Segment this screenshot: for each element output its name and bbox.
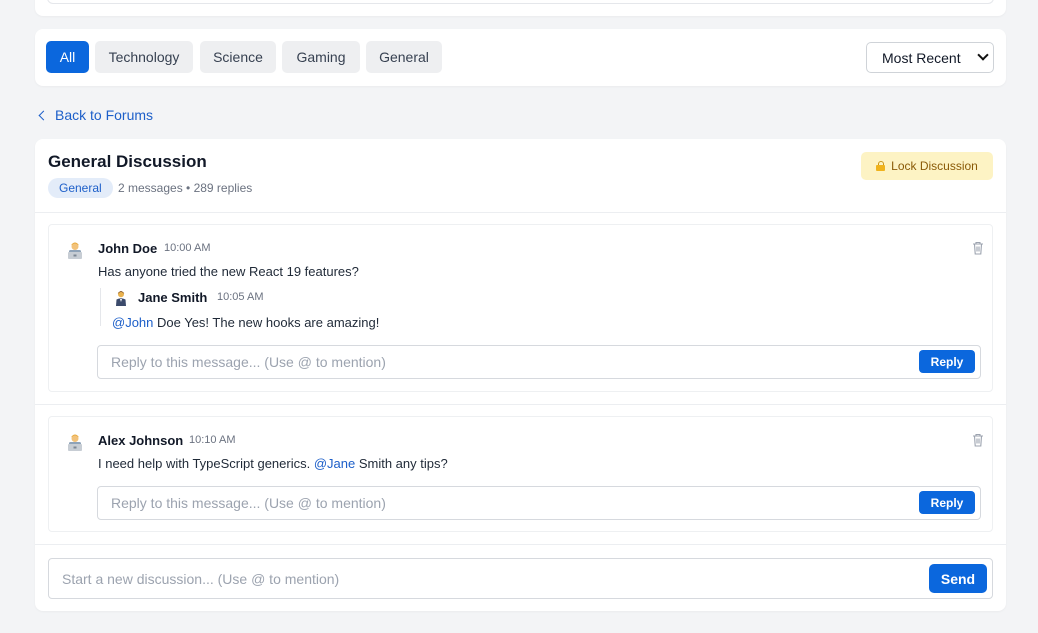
message-author: John Doe xyxy=(98,241,158,256)
message-item: John Doe 10:00 AM Has anyone tried the n… xyxy=(48,224,993,392)
discussion-card: General Discussion General 2 messages • … xyxy=(35,139,1006,611)
header-divider xyxy=(35,212,1006,213)
message-divider xyxy=(35,404,1006,405)
back-to-forums-link[interactable]: Back to Forums xyxy=(37,106,153,124)
filter-chip-technology[interactable]: Technology xyxy=(95,41,193,73)
filter-chip-general[interactable]: General xyxy=(366,41,442,73)
reply-thread-line xyxy=(100,288,101,326)
message-time: 10:10 AM xyxy=(189,434,236,446)
filter-chip-all[interactable]: All xyxy=(46,41,89,73)
reply-button[interactable]: Reply xyxy=(919,491,975,514)
filter-chip-science[interactable]: Science xyxy=(200,41,276,73)
reply-input[interactable] xyxy=(97,486,981,520)
discussion-meta: 2 messages • 289 replies xyxy=(118,181,253,195)
trash-icon[interactable] xyxy=(972,241,984,255)
filter-bar: All Technology Science Gaming General Mo… xyxy=(35,29,1006,86)
message-item: Alex Johnson 10:10 AM I need help with T… xyxy=(48,416,993,532)
lock-discussion-button[interactable]: Lock Discussion xyxy=(861,152,993,180)
message-time: 10:00 AM xyxy=(164,242,211,254)
back-link-label: Back to Forums xyxy=(55,107,154,123)
reply-button[interactable]: Reply xyxy=(919,350,975,373)
sort-select[interactable]: Most Recent xyxy=(866,42,994,73)
filter-chip-gaming[interactable]: Gaming xyxy=(282,41,360,73)
message-text: Has anyone tried the new React 19 featur… xyxy=(98,264,359,279)
avatar-icon xyxy=(113,290,129,306)
message-author: Alex Johnson xyxy=(98,433,184,448)
search-card xyxy=(35,0,1006,16)
avatar-icon xyxy=(65,241,85,261)
reply-time: 10:05 AM xyxy=(217,291,264,303)
reply-author: Jane Smith xyxy=(138,290,208,305)
lock-discussion-label: Lock Discussion xyxy=(891,159,978,173)
discussion-title: General Discussion xyxy=(48,152,207,171)
mention-link[interactable]: @John xyxy=(112,315,153,330)
mention-link[interactable]: @Jane xyxy=(314,456,355,471)
reply-input[interactable] xyxy=(97,345,981,379)
send-button[interactable]: Send xyxy=(929,564,987,593)
search-bar-edge xyxy=(47,0,994,4)
category-tag: General xyxy=(48,178,113,198)
chevron-down-icon xyxy=(977,49,989,61)
trash-icon[interactable] xyxy=(972,433,984,447)
avatar-icon xyxy=(65,433,85,453)
chevron-left-icon xyxy=(38,110,49,120)
composer-divider xyxy=(35,544,1006,545)
new-discussion-input[interactable] xyxy=(48,558,993,599)
sort-select-value: Most Recent xyxy=(882,49,961,66)
lock-icon xyxy=(876,161,886,171)
message-text: I need help with TypeScript generics. @J… xyxy=(98,456,448,471)
reply-text: @John Doe Yes! The new hooks are amazing… xyxy=(112,315,380,330)
